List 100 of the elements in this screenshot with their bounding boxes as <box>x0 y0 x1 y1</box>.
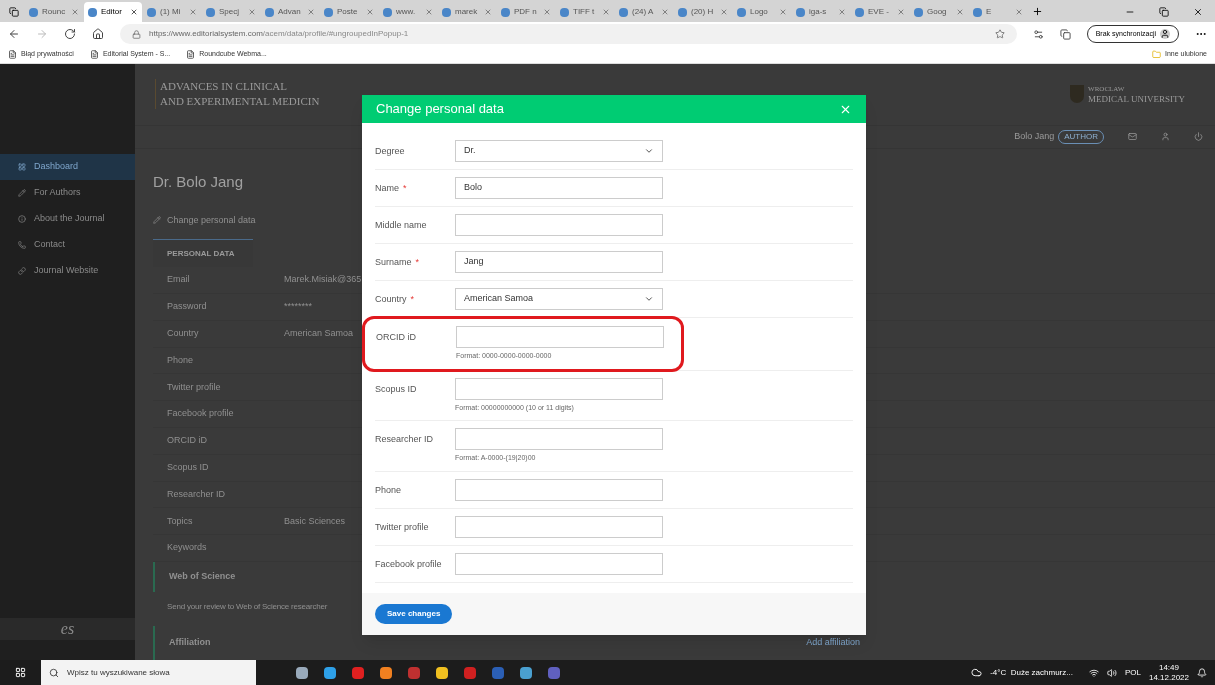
field-label: Country <box>167 326 200 340</box>
tab-title: TIFF t <box>573 6 595 18</box>
field-label: Phone <box>375 483 402 497</box>
clock-time: 14:49 <box>1158 662 1179 673</box>
field-label: Scopus ID <box>167 460 210 474</box>
lock-icon <box>132 29 141 39</box>
tab-favicon-icon <box>678 7 687 17</box>
tab-title: (20) H <box>691 6 714 18</box>
sidebar-item[interactable]: About the Journal <box>0 206 135 232</box>
dialog-title: Change personal data <box>376 100 504 119</box>
field-value: Marek.Misiak@365 <box>284 273 362 287</box>
taskbar-app-icon[interactable] <box>296 666 308 679</box>
taskbar-search-field[interactable]: Wpisz tu wyszukiwane słowa <box>41 660 256 685</box>
field-label: Degree <box>375 145 405 158</box>
field-label: Country <box>375 293 407 306</box>
sidebar-item-icon <box>18 215 26 223</box>
browser-tab[interactable]: Advan <box>261 2 319 22</box>
input-field[interactable] <box>455 515 663 538</box>
edit-link[interactable]: Change personal data <box>167 213 256 228</box>
home-icon[interactable] <box>92 28 104 40</box>
tab-favicon-icon <box>737 7 746 17</box>
add-affiliation-link[interactable]: Add affiliation <box>806 636 860 650</box>
browser-tab[interactable]: (1) Mi <box>143 2 201 22</box>
sidebar-item[interactable]: For Authors <box>0 180 135 206</box>
browser-tab[interactable]: (24) A <box>615 2 673 22</box>
input-field[interactable] <box>455 478 663 501</box>
input-field[interactable] <box>455 214 663 236</box>
browser-tab[interactable]: Goog <box>910 2 968 22</box>
tab-favicon-icon <box>855 7 864 17</box>
input-field[interactable] <box>455 377 663 400</box>
chevron-down-icon <box>644 294 654 304</box>
field-label: Scopus ID <box>375 382 417 396</box>
input-field[interactable]: Jang <box>455 251 663 273</box>
volume-icon[interactable] <box>1106 667 1117 678</box>
required-mark: * <box>410 293 415 306</box>
tab-favicon-icon <box>383 7 392 17</box>
browser-tab[interactable]: (20) H <box>674 2 732 22</box>
input-field[interactable]: Bolo <box>455 177 663 199</box>
network-icon[interactable] <box>1088 667 1099 678</box>
field-label: Surname <box>375 256 412 269</box>
required-mark: * <box>403 182 407 195</box>
save-button[interactable]: Save changes <box>375 603 453 624</box>
browser-tab[interactable]: Rounc <box>25 2 83 22</box>
power-icon[interactable] <box>1194 132 1203 142</box>
browser-tab[interactable]: EVE - <box>851 2 909 22</box>
close-icon[interactable] <box>130 8 138 16</box>
browser-tab[interactable]: iga-s <box>792 2 850 22</box>
tab-title: E <box>986 6 992 18</box>
tab-title: Poste <box>337 6 358 18</box>
language-indicator[interactable]: POL <box>1124 666 1141 679</box>
footer-logo: es <box>60 619 75 639</box>
taskbar-app-icon[interactable] <box>324 666 336 679</box>
taskbar-app-icon[interactable] <box>436 666 448 679</box>
reload-icon[interactable] <box>64 28 76 40</box>
browser-tab[interactable]: www. <box>379 2 437 22</box>
input-field[interactable] <box>455 552 663 575</box>
favorite-icon[interactable] <box>994 29 1005 39</box>
browser-tab[interactable]: Specj <box>202 2 260 22</box>
sidebar-item[interactable]: Dashboard <box>0 154 135 180</box>
section-title: Affiliation <box>169 636 211 650</box>
input-field[interactable] <box>456 326 664 348</box>
search-icon <box>49 667 59 678</box>
pencil-icon <box>153 216 161 225</box>
tab-favicon-icon <box>324 7 333 17</box>
browser-tab[interactable]: Poste <box>320 2 378 22</box>
chevron-down-icon <box>644 146 654 156</box>
tab-favicon-icon <box>619 7 628 17</box>
new-tab-icon[interactable] <box>1032 6 1043 17</box>
browser-tab[interactable]: Editor <box>84 2 142 22</box>
select-field[interactable]: Dr. <box>455 140 663 162</box>
close-icon[interactable] <box>1193 7 1203 17</box>
select-field[interactable]: American Samoa <box>455 288 663 310</box>
tab-title: marek <box>455 6 478 18</box>
input-field[interactable] <box>455 428 663 450</box>
start-icon[interactable] <box>15 667 26 678</box>
browser-tab[interactable]: marek <box>438 2 496 22</box>
avatar-icon <box>1160 29 1170 39</box>
notification-icon[interactable] <box>1197 667 1207 678</box>
tab-actions-icon[interactable] <box>9 7 19 17</box>
field-label: Researcher ID <box>167 487 227 501</box>
browser-tab[interactable]: Logo <box>733 2 791 22</box>
taskbar-app-icon[interactable] <box>380 666 392 679</box>
taskbar-app-icon[interactable] <box>520 666 532 679</box>
address-field[interactable]: https://www.editorialsystem.com/acem/data/profile/#ungroupedInPopup-1 <box>120 24 1017 44</box>
sidebar-item[interactable]: Journal Website <box>0 258 135 284</box>
back-icon[interactable] <box>8 28 20 40</box>
mail-icon[interactable] <box>1128 132 1137 142</box>
page-icon <box>8 50 17 59</box>
browser-tab[interactable]: TIFF t <box>556 2 614 22</box>
sidebar-item[interactable]: Contact <box>0 232 135 258</box>
tab-title: Rounc <box>42 6 66 18</box>
browser-tab[interactable]: PDF n <box>497 2 555 22</box>
page-icon <box>186 50 196 59</box>
restore-icon[interactable] <box>1159 7 1169 17</box>
field-label: Middle name <box>375 219 427 232</box>
browser-tab[interactable]: E <box>969 2 1027 22</box>
user-icon[interactable] <box>1161 132 1170 142</box>
field-value: American Samoa <box>284 326 354 340</box>
tab-title: Goog <box>927 6 947 18</box>
tabs-icon[interactable] <box>1059 28 1071 40</box>
